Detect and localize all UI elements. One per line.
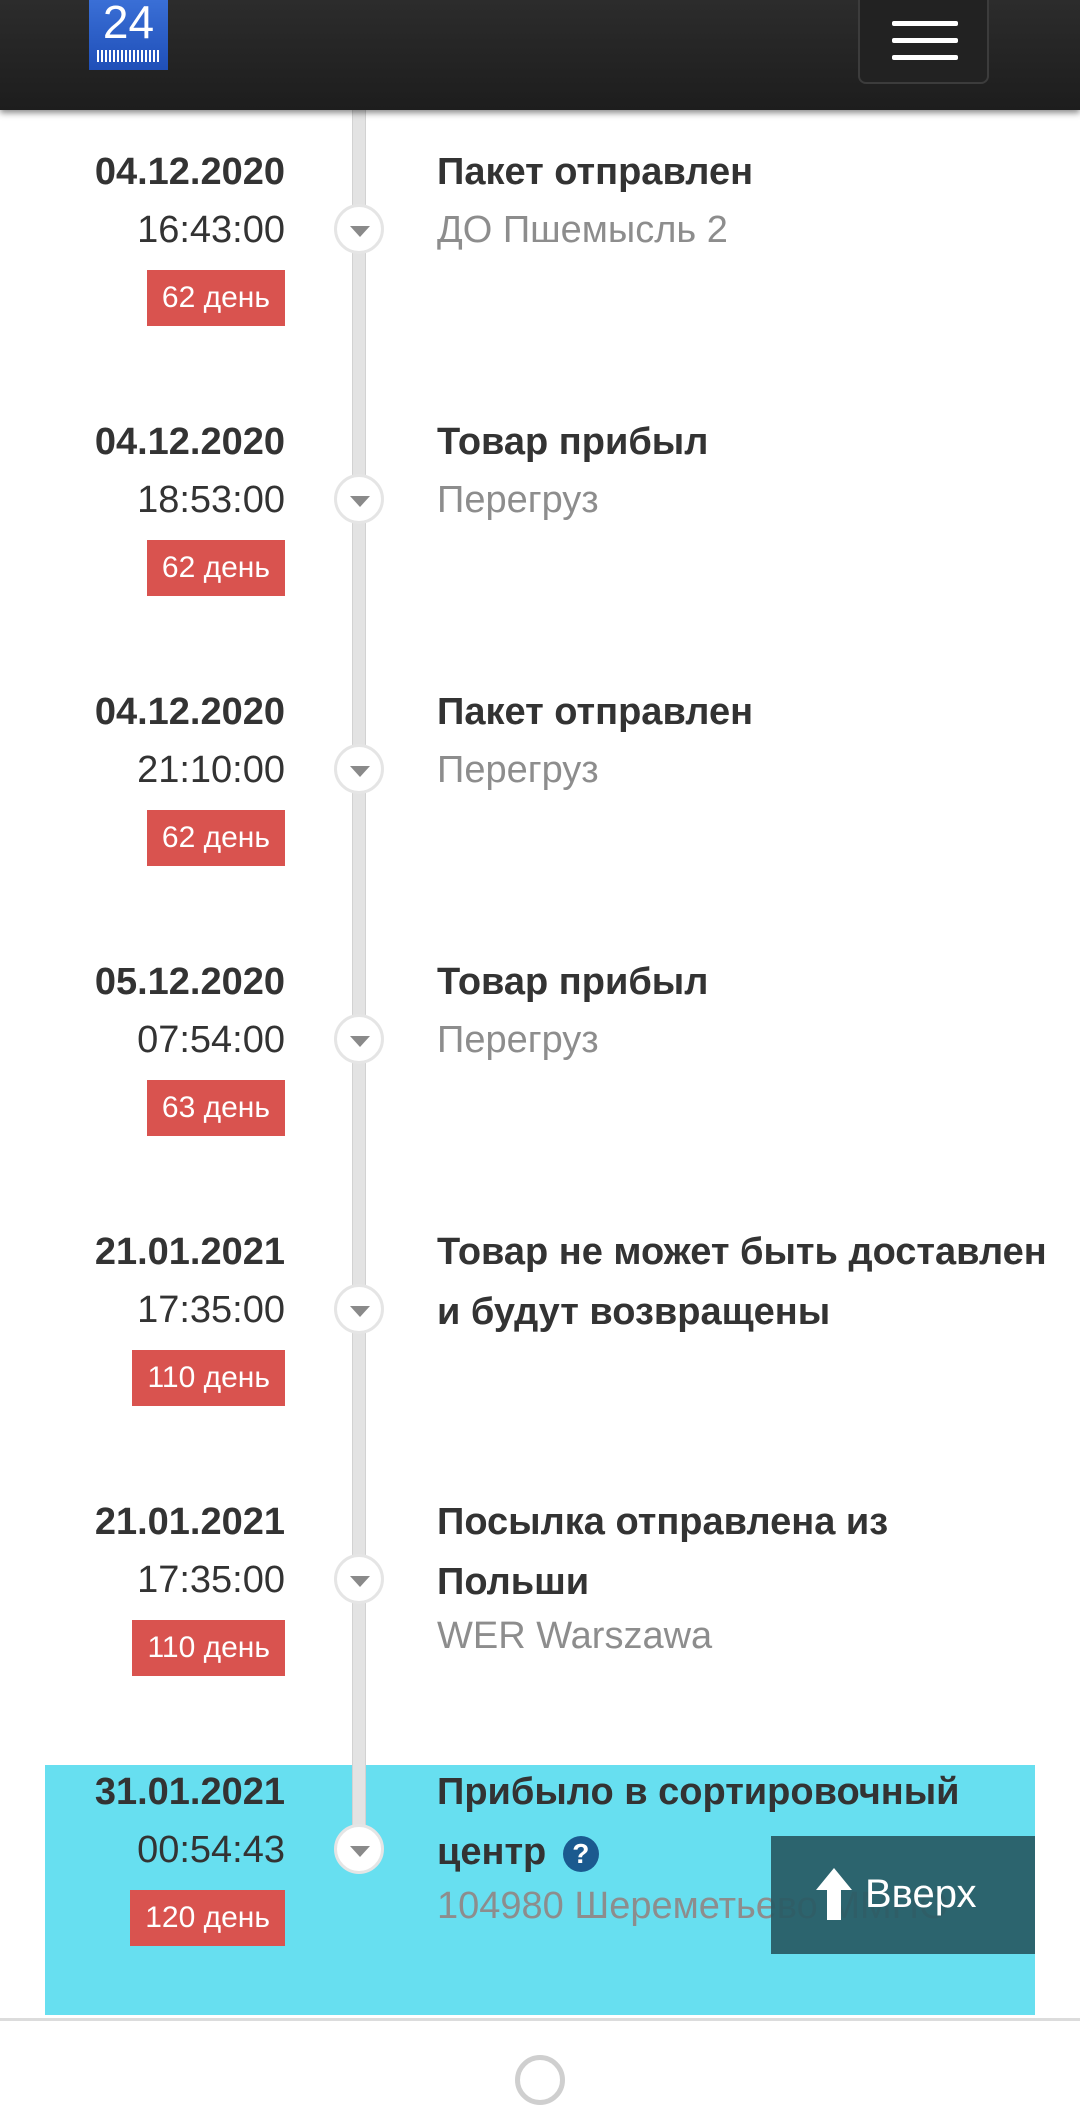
site-logo[interactable]: 24 bbox=[89, 0, 168, 70]
chevron-down-icon bbox=[334, 1824, 384, 1874]
event-date: 21.01.2021 bbox=[94, 1501, 285, 1543]
chevron-down-icon bbox=[334, 474, 384, 524]
timeline-event: 04.12.2020 18:53:00 62 день Товар прибыл… bbox=[0, 420, 1080, 680]
days-badge: 110 день bbox=[132, 1350, 285, 1406]
event-time: 21:10:00 bbox=[137, 749, 285, 791]
days-badge: 110 день bbox=[132, 1620, 285, 1676]
chevron-down-icon bbox=[334, 744, 384, 794]
days-badge: 63 день bbox=[146, 1080, 285, 1136]
question-circle-icon[interactable]: ? bbox=[562, 1835, 599, 1872]
days-badge: 62 день bbox=[146, 270, 285, 326]
event-date: 31.01.2021 bbox=[94, 1771, 285, 1813]
chevron-down-icon bbox=[334, 1284, 384, 1334]
event-time: 07:54:00 bbox=[137, 1019, 285, 1061]
scroll-to-top-label: Вверх bbox=[865, 1872, 977, 1916]
logo-text: 24 bbox=[102, 0, 155, 48]
footer-divider bbox=[0, 2018, 1080, 2021]
event-title: Пакет отправлен bbox=[437, 151, 754, 193]
days-badge: 120 день bbox=[130, 1890, 285, 1946]
event-date: 04.12.2020 bbox=[94, 151, 285, 193]
top-navbar: 24 bbox=[0, 0, 1080, 110]
timeline-event: 21.01.2021 17:35:00 110 день Товар не мо… bbox=[0, 1230, 1080, 1490]
scroll-to-top-button[interactable]: Вверх bbox=[771, 1836, 1035, 1954]
event-time: 17:35:00 bbox=[137, 1289, 285, 1331]
arrow-up-icon bbox=[816, 1868, 852, 1920]
event-time: 16:43:00 bbox=[137, 209, 285, 251]
event-date: 04.12.2020 bbox=[94, 421, 285, 463]
event-title: Посылка отправлена из Польши bbox=[437, 1501, 889, 1603]
days-badge: 62 день bbox=[146, 540, 285, 596]
event-date: 04.12.2020 bbox=[94, 691, 285, 733]
barcode-icon bbox=[97, 50, 160, 62]
hamburger-menu-button[interactable] bbox=[858, 0, 989, 84]
timeline-event: 21.01.2021 17:35:00 110 день Посылка отп… bbox=[0, 1500, 1080, 1760]
event-title: Товар не может быть доставлен и будут во… bbox=[437, 1231, 1047, 1333]
timeline-event: 05.12.2020 07:54:00 63 день Товар прибыл… bbox=[0, 960, 1080, 1220]
event-location: ДО Пшемысль 2 bbox=[437, 209, 728, 251]
chevron-down-icon bbox=[334, 204, 384, 254]
event-date: 05.12.2020 bbox=[94, 961, 285, 1003]
event-title: Пакет отправлен bbox=[437, 691, 754, 733]
timeline-event: 04.12.2020 16:43:00 62 день Пакет отправ… bbox=[0, 150, 1080, 410]
chevron-down-icon bbox=[334, 1014, 384, 1064]
days-badge: 62 день bbox=[146, 810, 285, 866]
event-location: Перегруз bbox=[437, 479, 599, 521]
event-time: 18:53:00 bbox=[137, 479, 285, 521]
footer-circle-icon bbox=[515, 2055, 565, 2105]
event-location: WER Warszawa bbox=[437, 1615, 713, 1657]
event-title: Товар прибыл bbox=[437, 961, 709, 1003]
event-time: 17:35:00 bbox=[137, 1559, 285, 1601]
timeline-event: 04.12.2020 21:10:00 62 день Пакет отправ… bbox=[0, 690, 1080, 950]
event-location: Перегруз bbox=[437, 749, 599, 791]
event-date: 21.01.2021 bbox=[94, 1231, 285, 1273]
event-time: 00:54:43 bbox=[137, 1829, 285, 1871]
event-location: Перегруз bbox=[437, 1019, 599, 1061]
chevron-down-icon bbox=[334, 1554, 384, 1604]
event-title: Товар прибыл bbox=[437, 421, 709, 463]
